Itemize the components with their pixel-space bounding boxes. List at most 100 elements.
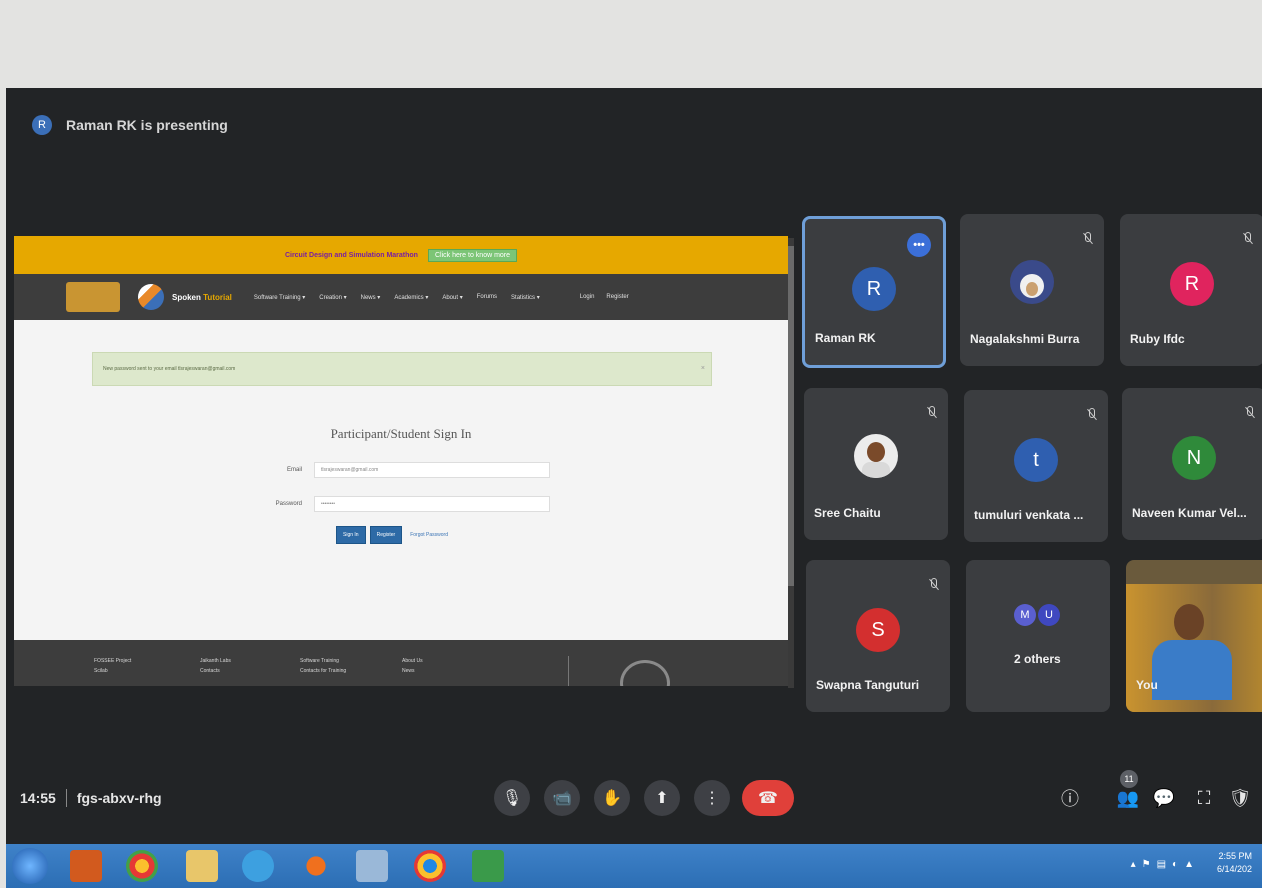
footer-link[interactable]: Jaikanth Labs — [200, 658, 231, 664]
mic-off-icon — [1242, 232, 1252, 246]
avatar — [1010, 260, 1054, 304]
presenter-label: Raman RK is presenting — [66, 117, 228, 133]
nav-news[interactable]: News ▾ — [361, 294, 381, 301]
participant-tile-sree[interactable]: Sree Chaitu — [804, 388, 948, 540]
footer-link[interactable]: Contacts for Training — [300, 668, 346, 674]
divider — [65, 789, 67, 807]
system-clock[interactable]: 2:55 PM 6/14/202 — [1217, 850, 1252, 876]
participant-tile-naveen[interactable]: N Naveen Kumar Vel... — [1122, 388, 1262, 540]
meeting-controls-bar: 14:55 fgs-abxv-rhg 🎙 📹 ✋ ⬆ ⋮ ☎ ⓘ 11 👥 💬 … — [6, 768, 1262, 828]
participant-name: Swapna Tanguturi — [816, 678, 920, 692]
footer-col-3: Software Training Contacts for Training — [300, 658, 346, 678]
footer-col-2: Jaikanth Labs Contacts — [200, 658, 231, 678]
raise-hand-icon[interactable]: ✋ — [594, 780, 630, 816]
presenter-avatar: R — [32, 115, 52, 135]
clock-time: 2:55 PM — [1218, 851, 1252, 861]
participant-name: You — [1136, 678, 1158, 692]
gear-icon — [620, 660, 670, 686]
info-icon[interactable]: ⓘ — [1058, 786, 1082, 810]
chrome-icon[interactable] — [126, 850, 158, 882]
mic-off-icon — [1082, 232, 1092, 246]
mic-off-icon — [926, 406, 936, 420]
avatar: U — [1038, 604, 1060, 626]
footer-link[interactable]: Contacts — [200, 668, 231, 674]
banner-button[interactable]: Click here to know more — [427, 248, 518, 262]
meeting-time: 14:55 — [20, 790, 56, 806]
activities-icon[interactable]: ⛶ — [1192, 786, 1216, 810]
participant-name: 2 others — [1014, 652, 1061, 666]
avatar — [854, 434, 898, 478]
host-controls-icon[interactable]: 🛡 — [1228, 786, 1252, 810]
powerpoint-icon[interactable] — [70, 850, 102, 882]
email-field[interactable]: tlsrajeswaran@gmail.com — [314, 462, 550, 478]
scrollbar-thumb[interactable] — [788, 246, 794, 586]
site-navbar: Spoken Tutorial Software Training ▾ Crea… — [14, 274, 788, 320]
more-options-icon[interactable]: ••• — [907, 233, 931, 257]
nav-login[interactable]: Login — [580, 294, 595, 300]
footer-link[interactable]: Scilab — [94, 668, 131, 674]
microphone-icon[interactable]: 🎙 — [494, 780, 530, 816]
participant-tile-you[interactable]: You — [1126, 560, 1262, 712]
participant-tile-swapna[interactable]: S Swapna Tanguturi — [806, 560, 950, 712]
folder-icon[interactable] — [186, 850, 218, 882]
participant-tile-ruby[interactable]: R Ruby Ifdc — [1120, 214, 1262, 366]
people-icon[interactable]: 👥 — [1116, 786, 1140, 810]
footer-link[interactable]: About Us — [402, 658, 423, 664]
signin-title: Participant/Student Sign In — [330, 426, 472, 441]
banner-text: Circuit Design and Simulation Marathon — [284, 251, 418, 259]
meeting-code: fgs-abxv-rhg — [76, 790, 162, 806]
internet-explorer-icon[interactable] — [242, 850, 274, 882]
avatar: S — [856, 608, 900, 652]
site-banner: Circuit Design and Simulation Marathon C… — [14, 236, 788, 274]
shared-screen: Circuit Design and Simulation Marathon C… — [14, 236, 788, 686]
nav-register[interactable]: Register — [606, 294, 628, 300]
present-icon[interactable]: ⬆ — [644, 780, 680, 816]
mic-off-icon — [1086, 408, 1096, 422]
register-button[interactable]: Register — [369, 526, 403, 544]
search-icon[interactable] — [356, 850, 388, 882]
participant-name: tumuluri venkata ... — [974, 508, 1084, 522]
nav-software-training[interactable]: Software Training ▾ — [254, 294, 305, 301]
chrome-icon[interactable] — [414, 850, 446, 882]
participant-name: Naveen Kumar Vel... — [1132, 506, 1247, 520]
alert-text: New password sent to your email tlsrajes… — [103, 366, 236, 372]
email-row: Email tlsrajeswaran@gmail.com — [14, 462, 788, 478]
participant-tile-tumuluri[interactable]: t tumuluri venkata ... — [964, 390, 1108, 542]
media-player-icon[interactable] — [306, 856, 326, 876]
self-video — [1126, 584, 1262, 712]
nav-statistics[interactable]: Statistics ▾ — [511, 294, 540, 301]
nav-creation[interactable]: Creation ▾ — [319, 294, 346, 301]
windows-taskbar: ▴⚑▤◐▲ 2:55 PM 6/14/202 — [6, 844, 1262, 888]
footer-divider — [568, 656, 569, 686]
footer-link[interactable]: News — [402, 668, 423, 674]
system-tray-icons[interactable]: ▴⚑▤◐▲ — [1131, 859, 1200, 870]
chat-icon[interactable]: 💬 — [1152, 786, 1176, 810]
footer-link[interactable]: FOSSEE Project — [94, 658, 131, 664]
camera-icon[interactable]: 📹 — [544, 780, 580, 816]
nav-about[interactable]: About ▾ — [442, 294, 462, 301]
footer-col-1: FOSSEE Project Scilab — [94, 658, 131, 678]
nav-academics[interactable]: Academics ▾ — [394, 294, 428, 301]
start-button[interactable] — [12, 848, 48, 884]
mic-off-icon — [928, 578, 938, 592]
iit-logo — [66, 282, 120, 312]
password-field[interactable]: •••••••• — [314, 496, 550, 512]
forgot-password-link[interactable]: Forgot Password — [410, 532, 448, 538]
more-options-icon[interactable]: ⋮ — [694, 780, 730, 816]
avatar: R — [1170, 262, 1214, 306]
excel-icon[interactable] — [472, 850, 504, 882]
site-nav-auth: Login Register — [580, 294, 629, 300]
success-alert: New password sent to your email tlsrajes… — [92, 352, 712, 386]
end-call-button[interactable]: ☎ — [742, 780, 794, 816]
footer-link[interactable]: Software Training — [300, 658, 346, 664]
nav-forums[interactable]: Forums — [477, 294, 497, 301]
participant-tile-raman[interactable]: ••• R Raman RK — [802, 216, 946, 368]
footer-col-4: About Us News — [402, 658, 423, 678]
participant-tile-others[interactable]: M U 2 others — [966, 560, 1110, 712]
participant-name: Ruby Ifdc — [1130, 332, 1185, 346]
mic-off-icon — [1244, 406, 1254, 420]
close-icon[interactable]: × — [701, 365, 705, 372]
participant-tile-nagalakshmi[interactable]: Nagalakshmi Burra — [960, 214, 1104, 366]
signin-button[interactable]: Sign In — [336, 526, 366, 544]
email-label: Email — [286, 467, 302, 473]
